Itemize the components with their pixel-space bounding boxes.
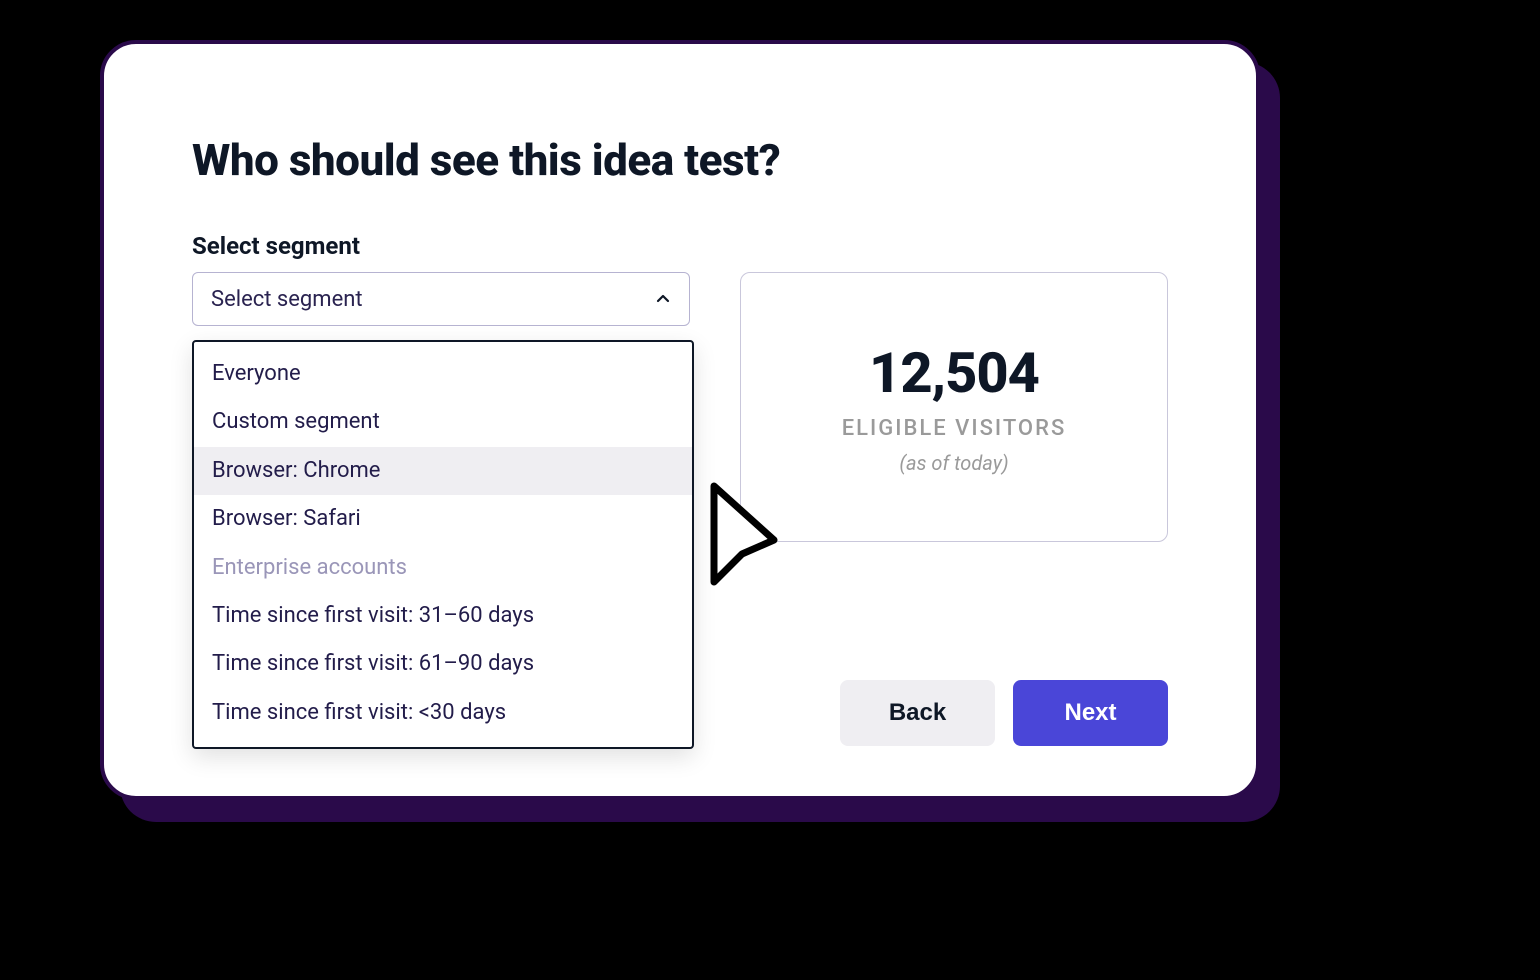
modal-card: Who should see this idea test? Select se… bbox=[100, 40, 1260, 800]
segment-option-chrome[interactable]: Browser: Chrome bbox=[194, 447, 692, 495]
eligible-visitors-panel: 12,504 ELIGIBLE VISITORS (as of today) bbox=[740, 272, 1168, 542]
segment-option-61-90[interactable]: Time since first visit: 61–90 days bbox=[194, 640, 692, 688]
segment-option-lt30[interactable]: Time since first visit: <30 days bbox=[194, 689, 692, 737]
page-title: Who should see this idea test? bbox=[192, 134, 1168, 186]
next-button[interactable]: Next bbox=[1013, 680, 1168, 746]
back-button[interactable]: Back bbox=[840, 680, 995, 746]
segment-field-label: Select segment bbox=[192, 232, 1168, 260]
segment-option-custom[interactable]: Custom segment bbox=[194, 398, 692, 446]
segment-option-31-60[interactable]: Time since first visit: 31–60 days bbox=[194, 592, 692, 640]
segment-select-placeholder: Select segment bbox=[211, 287, 363, 312]
segment-dropdown: Everyone Custom segment Browser: Chrome … bbox=[192, 340, 694, 749]
segment-option-enterprise: Enterprise accounts bbox=[194, 544, 692, 592]
segment-option-everyone[interactable]: Everyone bbox=[194, 350, 692, 398]
eligible-visitors-sublabel: (as of today) bbox=[899, 451, 1008, 475]
eligible-visitors-count: 12,504 bbox=[869, 340, 1039, 406]
segment-select[interactable]: Select segment bbox=[192, 272, 690, 326]
eligible-visitors-label: ELIGIBLE VISITORS bbox=[842, 416, 1067, 441]
footer-actions: Back Next bbox=[840, 680, 1168, 746]
segment-option-safari[interactable]: Browser: Safari bbox=[194, 495, 692, 543]
chevron-up-icon bbox=[655, 291, 671, 307]
